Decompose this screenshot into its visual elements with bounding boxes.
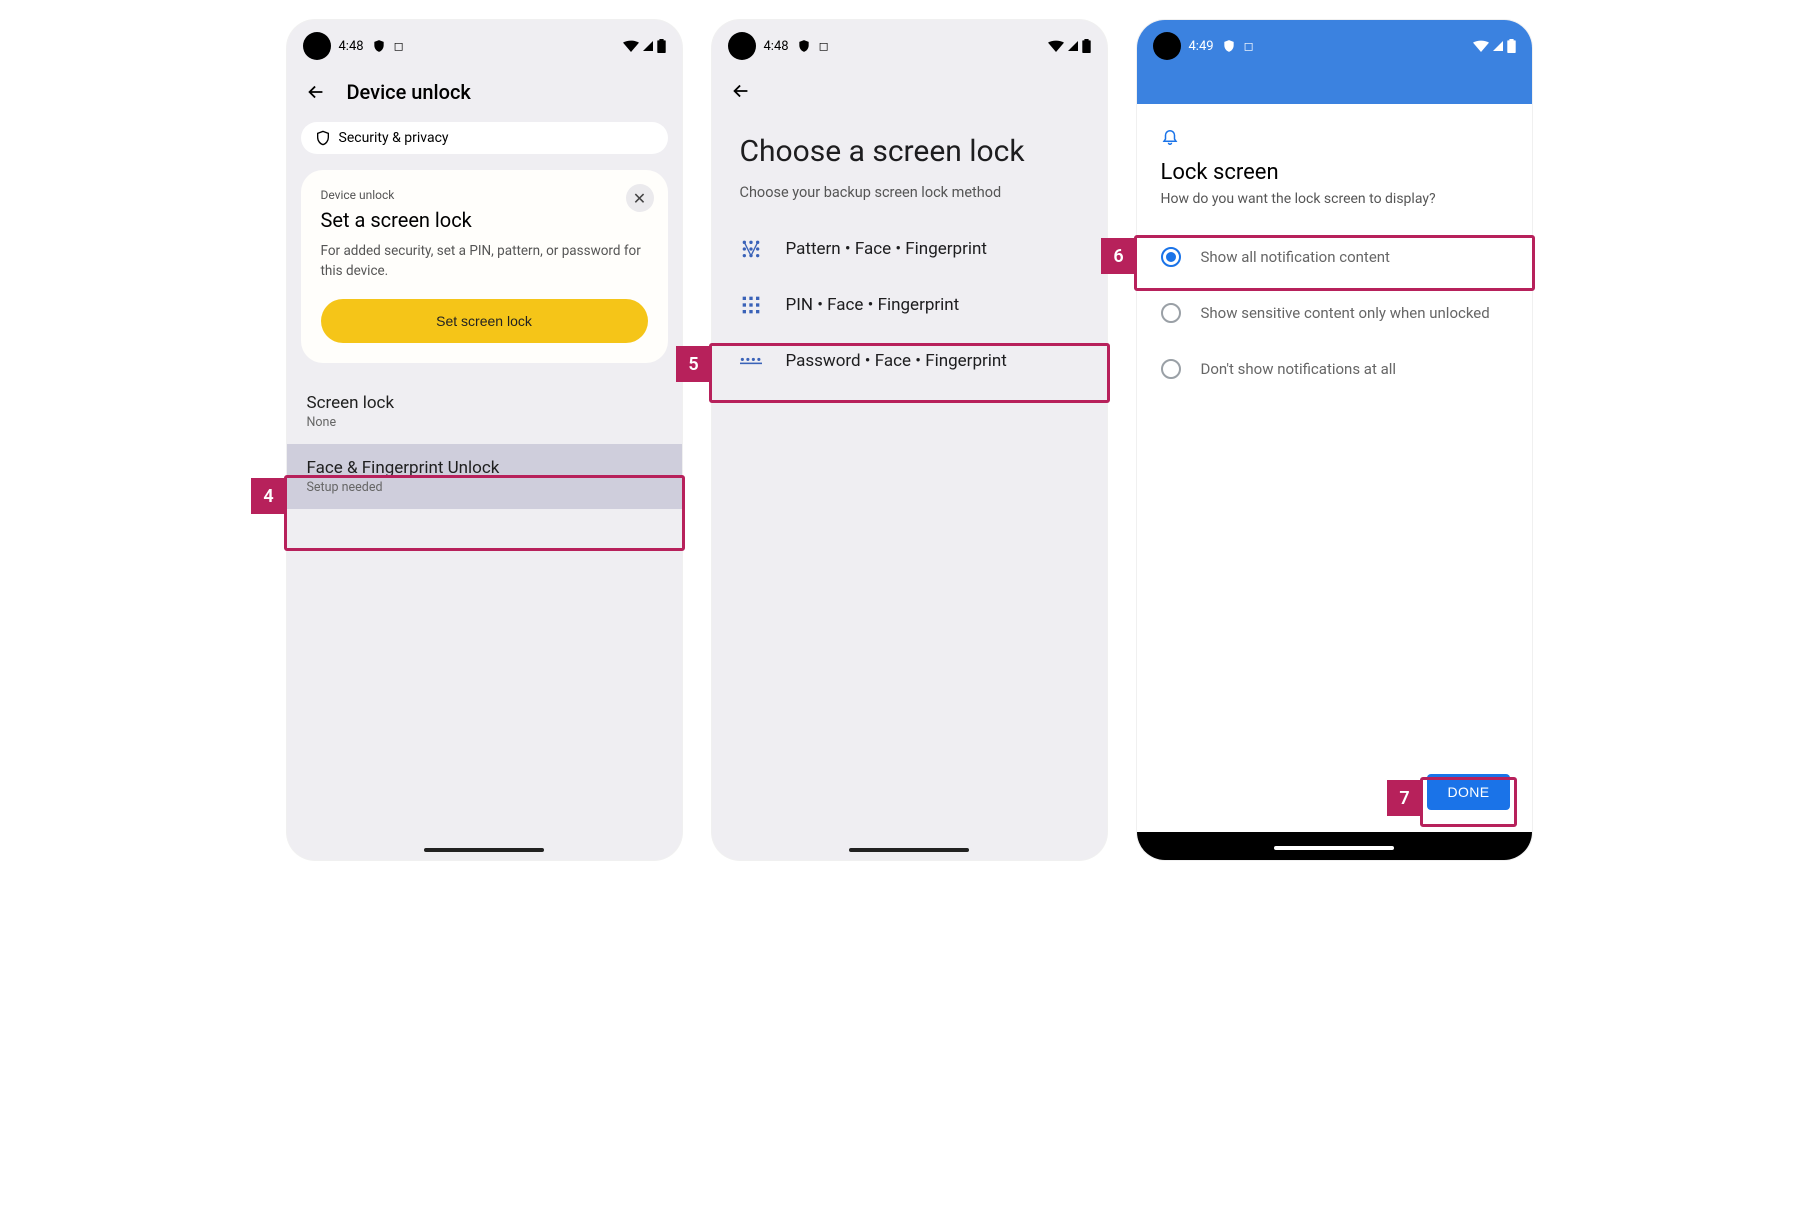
- status-bar: 4:48 ◻: [287, 20, 682, 68]
- radio-show-sensitive[interactable]: Show sensitive content only when unlocke…: [1137, 285, 1532, 341]
- wifi-icon: [623, 40, 639, 52]
- nav-bar: [1137, 832, 1532, 860]
- option-password[interactable]: Password • Face • Fingerprint: [712, 333, 1107, 389]
- option-label: Pattern • Face • Fingerprint: [786, 239, 987, 259]
- breadcrumb-chip-security[interactable]: Security & privacy: [301, 122, 668, 154]
- avatar-icon: [303, 32, 331, 60]
- card-close-button[interactable]: ✕: [626, 184, 654, 212]
- card-overline: Device unlock: [321, 188, 648, 202]
- back-arrow-icon[interactable]: [305, 81, 327, 103]
- blue-header-strip: [1137, 68, 1532, 104]
- option-pattern[interactable]: Pattern • Face • Fingerprint: [712, 221, 1107, 277]
- row-screen-lock[interactable]: Screen lock None: [287, 379, 682, 444]
- signal-icon: [641, 40, 655, 52]
- radio-dont-show[interactable]: Don't show notifications at all: [1137, 341, 1532, 397]
- screen-subtitle: How do you want the lock screen to displ…: [1161, 191, 1508, 207]
- password-dots-icon: [740, 355, 762, 367]
- pin-keypad-icon: [740, 295, 762, 315]
- card-title: Set a screen lock: [321, 208, 648, 232]
- avatar-icon: [1153, 32, 1181, 60]
- status-bar: 4:48 ◻: [712, 20, 1107, 68]
- row-subtitle: Setup needed: [307, 480, 662, 495]
- shield-outline-icon: [315, 130, 331, 146]
- phone-screen-choose-lock: 4:48 ◻ Choose a screen lock Choose your …: [712, 20, 1107, 860]
- gesture-bar: [849, 848, 969, 852]
- row-title: Screen lock: [307, 393, 662, 413]
- wifi-icon: [1048, 40, 1064, 52]
- shield-icon: [372, 39, 386, 53]
- phone-screen-device-unlock: 4:48 ◻ Device unlock Security & privacy …: [287, 20, 682, 860]
- callout-tag-4: 4: [251, 478, 287, 514]
- radio-icon: [1161, 247, 1181, 267]
- status-time: 4:48: [339, 39, 364, 54]
- shield-icon: [1222, 39, 1236, 53]
- close-icon: ✕: [633, 189, 646, 208]
- status-right-icons: [1048, 39, 1091, 53]
- avatar-icon: [728, 32, 756, 60]
- status-time: 4:49: [1189, 39, 1214, 54]
- battery-icon: [1507, 39, 1516, 53]
- status-right-icons: [623, 39, 666, 53]
- page-title: Device unlock: [347, 80, 471, 104]
- radio-show-all[interactable]: Show all notification content: [1137, 229, 1532, 285]
- shield-icon: [797, 39, 811, 53]
- bell-icon: [1161, 126, 1508, 146]
- radio-label: Show all notification content: [1201, 248, 1390, 266]
- battery-icon: [657, 39, 666, 53]
- status-bar: 4:49 ◻: [1137, 20, 1532, 68]
- wifi-icon: [1473, 40, 1489, 52]
- radio-icon: [1161, 359, 1181, 379]
- option-pin[interactable]: PIN • Face • Fingerprint: [712, 277, 1107, 333]
- card-body: For added security, set a PIN, pattern, …: [321, 242, 648, 281]
- set-screen-lock-card: Device unlock Set a screen lock For adde…: [301, 170, 668, 363]
- phone-screen-lock-notifications: 4:49 ◻ Lock screen How do you want the l…: [1137, 20, 1532, 860]
- screen-title: Lock screen: [1161, 160, 1508, 185]
- screen-subtitle: Choose your backup screen lock method: [712, 180, 1107, 221]
- signal-icon: [1491, 40, 1505, 52]
- radio-label: Show sensitive content only when unlocke…: [1201, 304, 1490, 322]
- option-label: PIN • Face • Fingerprint: [786, 295, 960, 315]
- back-arrow-icon[interactable]: [730, 80, 752, 102]
- set-screen-lock-button[interactable]: Set screen lock: [321, 299, 648, 343]
- square-icon: ◻: [1244, 39, 1254, 53]
- chip-label: Security & privacy: [339, 130, 449, 146]
- screen-title: Choose a screen lock: [712, 114, 1107, 180]
- row-title: Face & Fingerprint Unlock: [307, 458, 662, 478]
- pattern-icon: [740, 239, 762, 259]
- square-icon: ◻: [394, 39, 404, 53]
- gesture-bar: [424, 848, 544, 852]
- topbar: [712, 68, 1107, 114]
- radio-icon: [1161, 303, 1181, 323]
- status-right-icons: [1473, 39, 1516, 53]
- done-button[interactable]: DONE: [1427, 774, 1509, 810]
- topbar: Device unlock: [287, 68, 682, 116]
- status-time: 4:48: [764, 39, 789, 54]
- radio-label: Don't show notifications at all: [1201, 360, 1397, 378]
- row-subtitle: None: [307, 415, 662, 430]
- signal-icon: [1066, 40, 1080, 52]
- square-icon: ◻: [819, 39, 829, 53]
- battery-icon: [1082, 39, 1091, 53]
- option-label: Password • Face • Fingerprint: [786, 351, 1007, 371]
- gesture-bar: [1274, 846, 1394, 850]
- row-face-fingerprint[interactable]: Face & Fingerprint Unlock Setup needed: [287, 444, 682, 509]
